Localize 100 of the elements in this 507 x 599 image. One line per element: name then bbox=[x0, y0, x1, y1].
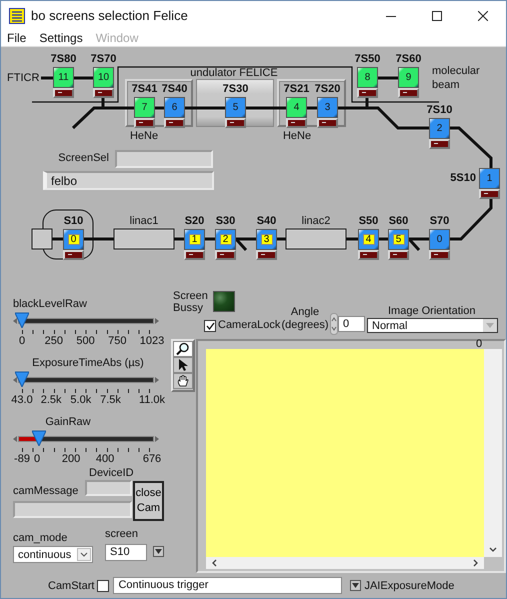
screen-label: 7S80 bbox=[50, 53, 76, 65]
screen-button[interactable]: 8 bbox=[357, 67, 378, 88]
checkbox[interactable] bbox=[97, 580, 110, 592]
slider-label: blackLevelRaw bbox=[13, 298, 87, 310]
status-indicator bbox=[256, 250, 277, 260]
screen-sel-field[interactable] bbox=[115, 150, 213, 168]
status-indicator bbox=[398, 88, 419, 98]
diagram-label: undulator FELICE bbox=[190, 67, 278, 79]
screen-label: S60 bbox=[388, 215, 408, 227]
screen-field[interactable]: S10 bbox=[105, 544, 147, 561]
orientation-dropdown[interactable]: Normal bbox=[367, 318, 498, 333]
field-label: camMessage bbox=[13, 485, 78, 497]
screen-label: 7S70 bbox=[90, 53, 116, 65]
tool-button[interactable] bbox=[173, 357, 193, 373]
screen-label: 5S10 bbox=[450, 172, 476, 184]
screen-button[interactable]: 4 bbox=[358, 229, 379, 250]
screen-button[interactable]: 1 bbox=[184, 229, 205, 250]
slider-thumb[interactable] bbox=[15, 371, 29, 387]
screen-button[interactable]: 4 bbox=[286, 97, 307, 118]
tick-label: 676 bbox=[142, 453, 162, 465]
dropdown-button[interactable] bbox=[153, 546, 164, 557]
tick-label: 0 bbox=[18, 335, 26, 347]
app-icon bbox=[9, 8, 25, 24]
screen-button[interactable]: 10 bbox=[93, 67, 114, 88]
slider-track[interactable] bbox=[13, 315, 159, 327]
orientation-label: Image Orientation bbox=[388, 305, 476, 317]
chevron-down-icon bbox=[489, 547, 497, 553]
screen-button[interactable]: 3 bbox=[317, 97, 338, 118]
close-icon[interactable] bbox=[478, 10, 488, 20]
tick-label: 0 bbox=[34, 453, 40, 465]
screen-label: S50 bbox=[358, 215, 378, 227]
busy-label: Screen Bussy bbox=[173, 290, 209, 314]
status-indicator bbox=[358, 250, 379, 260]
maximize-icon[interactable] bbox=[432, 10, 442, 20]
linac-block bbox=[114, 228, 174, 250]
status-indicator bbox=[317, 118, 338, 128]
angle-field[interactable]: 0 bbox=[338, 316, 365, 332]
angle-label: Angle (degrees) bbox=[281, 306, 329, 332]
status-indicator bbox=[429, 250, 450, 260]
tick-label: 750 bbox=[108, 335, 126, 347]
check-icon bbox=[206, 322, 214, 330]
screen-button[interactable]: 6 bbox=[164, 97, 185, 118]
tick-label: -89 bbox=[14, 453, 30, 465]
slider-thumb[interactable] bbox=[15, 312, 29, 328]
menu-item[interactable]: File bbox=[7, 31, 26, 45]
exposure-mode-field[interactable]: Continuous trigger bbox=[113, 577, 342, 594]
screen-label: 7S50 bbox=[354, 53, 380, 65]
right-arrow-icon bbox=[155, 318, 159, 324]
screen-button[interactable]: 3 bbox=[256, 229, 277, 250]
caret-icon bbox=[483, 319, 497, 332]
screen-button[interactable]: 0 bbox=[429, 229, 450, 250]
left-arrow-icon bbox=[13, 377, 17, 383]
status-indicator bbox=[388, 250, 409, 260]
magnifier-icon bbox=[176, 342, 190, 356]
cam-message-field[interactable] bbox=[13, 501, 132, 518]
slider-label: GainRaw bbox=[45, 416, 91, 428]
tool-button[interactable] bbox=[173, 341, 193, 357]
screen-button[interactable]: 2 bbox=[215, 229, 236, 250]
device-id-field[interactable] bbox=[85, 480, 132, 496]
slider-track[interactable] bbox=[13, 433, 159, 445]
left-arrow-icon bbox=[13, 318, 17, 324]
checkbox[interactable] bbox=[204, 320, 216, 332]
caret-icon bbox=[155, 549, 162, 554]
screen-button[interactable]: 9 bbox=[398, 67, 419, 88]
status-indicator bbox=[286, 118, 307, 128]
screen-button[interactable]: 1 bbox=[479, 168, 500, 189]
screen-button[interactable]: 7 bbox=[134, 97, 155, 118]
screen-label: 7S10 bbox=[426, 104, 452, 116]
tick-label: 500 bbox=[76, 335, 95, 347]
tool-button[interactable] bbox=[173, 373, 193, 389]
device-frame bbox=[125, 79, 193, 127]
screen-button[interactable]: 2 bbox=[429, 118, 450, 139]
slider-thumb[interactable] bbox=[32, 430, 46, 446]
close-cam-button[interactable]: close Cam bbox=[133, 481, 164, 521]
status-indicator bbox=[225, 118, 246, 128]
status-indicator bbox=[184, 250, 205, 260]
horizontal-scrollbar[interactable] bbox=[206, 557, 484, 569]
screen-label: 7S41 bbox=[132, 83, 158, 95]
vertical-scrollbar[interactable] bbox=[484, 349, 502, 557]
cam-mode-dropdown[interactable]: continuous bbox=[13, 546, 93, 563]
screen-label: S70 bbox=[430, 215, 450, 227]
screen-button[interactable]: 0 bbox=[63, 229, 84, 250]
checkbox-label: CameraLock bbox=[218, 319, 280, 331]
field-label: ScreenSel bbox=[58, 152, 109, 164]
screen-button[interactable]: 5 bbox=[388, 229, 409, 250]
diagram-label: HeNe bbox=[130, 130, 158, 142]
field-label: screen bbox=[105, 528, 138, 540]
screen-button[interactable]: 5 bbox=[225, 97, 246, 118]
server-field[interactable]: felbo bbox=[43, 171, 214, 190]
slider-track[interactable] bbox=[13, 374, 159, 386]
screen-label: S10 bbox=[64, 215, 84, 227]
status-indicator bbox=[357, 88, 378, 98]
menu-item[interactable]: Settings bbox=[39, 31, 83, 45]
spinner-icon bbox=[330, 313, 338, 335]
device-frame bbox=[277, 79, 346, 127]
diagram-label: linac2 bbox=[302, 215, 330, 227]
screen-button[interactable]: 11 bbox=[53, 67, 74, 88]
hand-icon bbox=[176, 374, 190, 388]
dropdown-button[interactable] bbox=[350, 580, 362, 591]
screen-label: S40 bbox=[256, 215, 276, 227]
